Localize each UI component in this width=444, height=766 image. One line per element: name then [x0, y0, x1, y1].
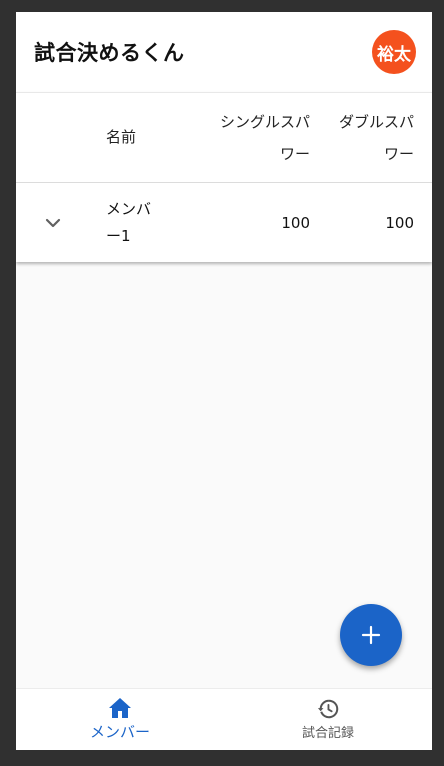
plus-icon: [361, 625, 381, 645]
table-header: 名前 シングルスパ ワー ダブルスパ ワー: [16, 93, 432, 183]
member-name: メンバ ー1: [90, 196, 176, 250]
double-power-value: 100: [385, 214, 414, 232]
header-single-power-line1: シングルスパ: [219, 112, 310, 131]
header-name: 名前: [106, 128, 137, 146]
single-power-value: 100: [281, 214, 310, 232]
chevron-down-icon[interactable]: [41, 211, 65, 235]
member-name-line2: ー1: [106, 227, 131, 245]
add-member-button[interactable]: [340, 604, 402, 666]
header-double-power: ダブルスパ ワー: [310, 106, 432, 170]
nav-item-members[interactable]: メンバー: [16, 689, 224, 750]
header-double-power-line2: ワー: [383, 144, 414, 163]
app-title: 試合決めるくん: [34, 41, 185, 65]
table-row[interactable]: メンバ ー1 100 100: [16, 183, 432, 263]
row-expand-cell: [16, 211, 90, 235]
history-icon: [317, 699, 339, 719]
bottom-navigation: メンバー 試合記録: [16, 688, 432, 750]
header-double-power-line1: ダブルスパ: [338, 112, 414, 131]
app-screen: 試合決めるくん 裕太 名前 シングルスパ ワー ダブルスパ ワー メンバ ー1 …: [16, 12, 432, 750]
header-single-power: シングルスパ ワー: [176, 106, 310, 170]
app-bar: 試合決めるくん 裕太: [16, 12, 432, 92]
header-single-power-line2: ワー: [279, 144, 310, 163]
member-name-line1: メンバ: [106, 200, 152, 218]
member-table: 名前 シングルスパ ワー ダブルスパ ワー メンバ ー1 100 100: [16, 92, 432, 262]
nav-label-match-history: 試合記録: [301, 726, 354, 741]
home-icon: [109, 698, 131, 718]
user-avatar[interactable]: 裕太: [372, 30, 416, 74]
nav-item-match-history[interactable]: 試合記録: [224, 689, 432, 750]
nav-label-members: メンバー: [89, 723, 150, 741]
